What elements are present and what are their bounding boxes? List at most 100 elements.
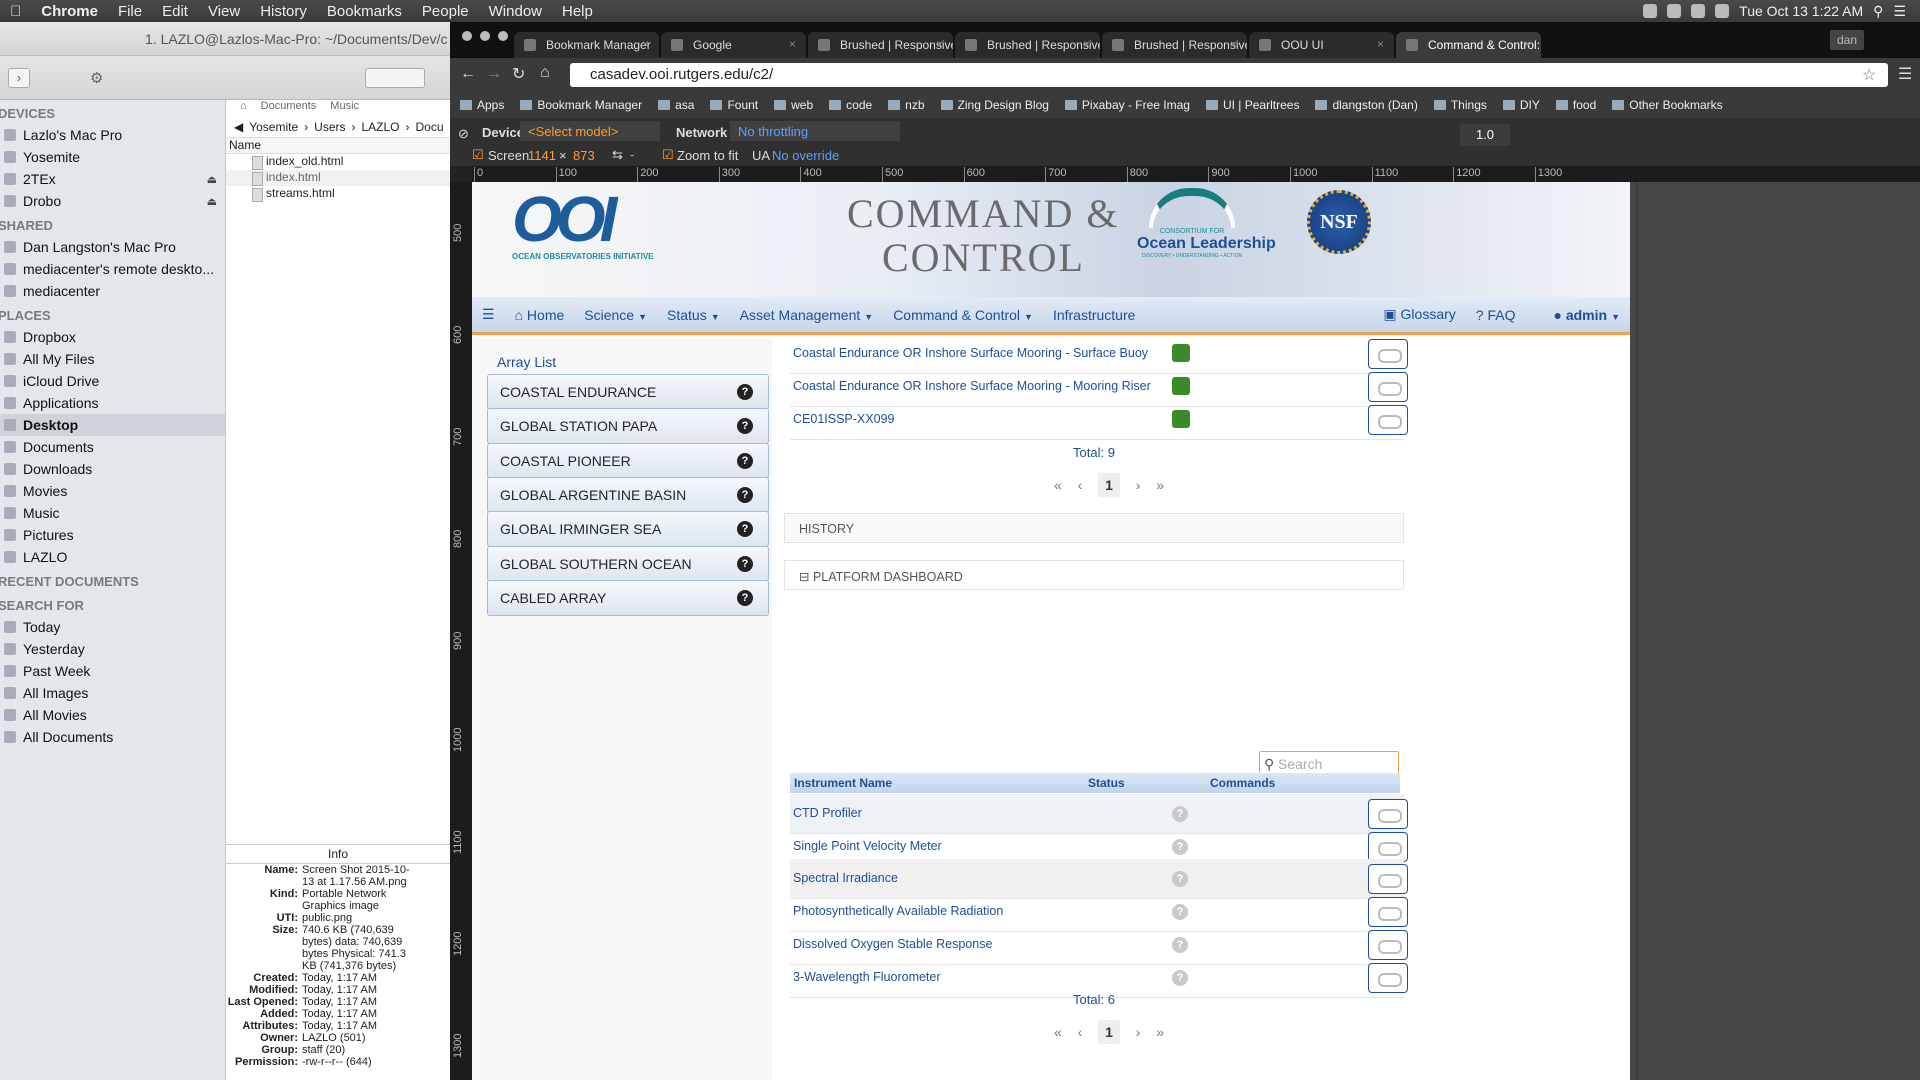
zoom-control[interactable]: 1.0 — [1460, 124, 1510, 146]
chrome-menu-icon[interactable]: ☰ — [1898, 64, 1912, 84]
path-segment[interactable]: Yosemite — [249, 120, 298, 134]
help-icon[interactable]: ? — [737, 521, 753, 538]
bookmark-item[interactable]: code — [829, 98, 872, 112]
device-mode-icon[interactable]: ⊘ — [458, 126, 469, 142]
path-back-icon[interactable]: ◀ — [234, 120, 243, 134]
array-item[interactable]: GLOBAL IRMINGER SEA? — [487, 511, 769, 548]
zoom-to-fit-checkbox[interactable]: ☑ — [662, 147, 674, 163]
menu-toggle-icon[interactable]: ☰ — [472, 306, 505, 323]
info-header[interactable]: Info — [226, 845, 450, 864]
ua-input[interactable]: No override — [772, 148, 839, 163]
instrument-name[interactable]: 3-Wavelength Fluorometer — [793, 970, 941, 984]
sidebar-item[interactable]: Yosemite — [0, 146, 225, 168]
spotlight-icon[interactable]: ⚲ — [1873, 3, 1883, 20]
clock[interactable]: Tue Oct 13 1:22 AM — [1739, 3, 1863, 19]
bookmark-item[interactable]: dlangston (Dan) — [1315, 98, 1417, 112]
bookmark-item[interactable]: nzb — [888, 98, 924, 112]
sidebar-item[interactable]: All Movies — [0, 704, 225, 726]
ocean-leadership-logo[interactable]: CONSORTIUM FOR Ocean Leadership DISCOVER… — [1137, 188, 1276, 259]
sidebar-item[interactable]: Dan Langston's Mac Pro — [0, 236, 225, 258]
sidebar-item[interactable]: Music — [0, 502, 225, 524]
column-header-name[interactable]: Name — [226, 138, 450, 154]
nav-faq[interactable]: ? FAQ — [1466, 307, 1526, 323]
nav-asset-management[interactable]: Asset Management ▼ — [730, 307, 884, 323]
notification-icon[interactable]: ☰ — [1893, 3, 1906, 20]
zoom-window-button[interactable] — [498, 31, 508, 41]
dpr-input[interactable]: - — [630, 147, 634, 162]
menu-view[interactable]: View — [198, 3, 250, 20]
platform-name[interactable]: Coastal Endurance OR Inshore Surface Moo… — [793, 379, 1151, 393]
bookmark-item[interactable]: web — [774, 98, 813, 112]
sidebar-item[interactable]: Past Week — [0, 660, 225, 682]
array-item[interactable]: CABLED ARRAY? — [487, 579, 769, 616]
help-icon[interactable]: ? — [737, 486, 753, 503]
tray-icon[interactable] — [1643, 4, 1658, 18]
browser-tab[interactable]: Google × — [661, 32, 806, 58]
command-toggle-button[interactable] — [1368, 831, 1408, 862]
sidebar-item[interactable]: LAZLO — [0, 546, 225, 568]
last-page-icon[interactable]: » — [1156, 477, 1164, 493]
nav-status[interactable]: Status ▼ — [657, 307, 730, 323]
sidebar-item[interactable]: Today — [0, 616, 225, 638]
tab-close-icon[interactable]: × — [1377, 37, 1384, 51]
platform-name[interactable]: Coastal Endurance OR Inshore Surface Moo… — [793, 346, 1148, 360]
command-toggle-button[interactable] — [1368, 404, 1408, 435]
view-switcher[interactable] — [365, 68, 425, 88]
first-page-icon[interactable]: « — [1054, 477, 1062, 493]
throttling-select[interactable]: No throttling — [730, 121, 900, 141]
menu-edit[interactable]: Edit — [152, 3, 198, 20]
sidebar-item[interactable]: Lazlo's Mac Pro — [0, 124, 225, 146]
bookmark-item[interactable]: Zing Design Blog — [941, 98, 1049, 112]
address-bar[interactable]: casadev.ooi.rutgers.edu/c2/ — [570, 63, 1888, 87]
command-toggle-button[interactable] — [1368, 339, 1408, 369]
browser-tab[interactable]: Command & Control: La× — [1396, 32, 1541, 58]
current-page[interactable]: 1 — [1098, 1020, 1120, 1044]
bookmark-item[interactable]: UI | Pearltrees — [1206, 98, 1299, 112]
sidebar-item[interactable]: Desktop — [0, 414, 225, 436]
last-page-icon[interactable]: » — [1156, 1024, 1164, 1040]
command-toggle-button[interactable] — [1368, 897, 1408, 928]
history-panel-header[interactable]: HISTORY — [784, 513, 1404, 543]
array-item[interactable]: GLOBAL STATION PAPA? — [487, 408, 769, 445]
instrument-name[interactable]: Spectral Irradiance — [793, 871, 898, 885]
ooi-logo[interactable]: OOI OCEAN OBSERVATORIES INITIATIVE — [512, 187, 654, 261]
sidebar-item[interactable]: Documents — [0, 436, 225, 458]
tab-close-icon[interactable]: × — [642, 37, 649, 51]
command-toggle-button[interactable] — [1368, 864, 1408, 895]
array-item[interactable]: GLOBAL SOUTHERN OCEAN? — [487, 545, 769, 582]
minimize-window-button[interactable] — [480, 31, 490, 41]
forward-icon[interactable]: → — [486, 65, 502, 83]
nav-user-menu[interactable]: ● admin ▼ — [1543, 307, 1630, 323]
volume-icon[interactable] — [1691, 4, 1706, 18]
instrument-name[interactable]: Dissolved Oxygen Stable Response — [793, 937, 992, 951]
instrument-name[interactable]: Single Point Velocity Meter — [793, 839, 942, 853]
back-icon[interactable]: ← — [460, 65, 476, 83]
action-gear-icon[interactable]: ⚙ — [90, 69, 103, 87]
sidebar-item[interactable]: Movies — [0, 480, 225, 502]
sidebar-item[interactable]: All Documents — [0, 726, 225, 748]
menu-history[interactable]: History — [250, 3, 317, 20]
help-icon[interactable]: ? — [737, 555, 753, 572]
screen-checkbox[interactable]: ☑ — [472, 147, 484, 163]
menu-help[interactable]: Help — [552, 3, 603, 20]
menu-people[interactable]: People — [412, 3, 479, 20]
wifi-icon[interactable] — [1715, 4, 1730, 18]
file-item[interactable]: index_old.html — [226, 154, 450, 170]
bookmark-item[interactable]: Pixabay - Free Imag — [1065, 98, 1190, 112]
next-page-icon[interactable]: › — [1136, 1024, 1141, 1040]
command-toggle-button[interactable] — [1368, 371, 1408, 402]
app-menu[interactable]: Chrome — [31, 3, 108, 20]
browser-tab[interactable]: Brushed | Responsive C× — [955, 32, 1100, 58]
tab-close-icon[interactable]: × — [936, 37, 943, 51]
sidebar-item[interactable]: All My Files — [0, 348, 225, 370]
nsf-logo[interactable]: NSF — [1307, 190, 1371, 254]
first-page-icon[interactable]: « — [1054, 1024, 1062, 1040]
col-instrument-name[interactable]: Instrument Name — [794, 776, 892, 790]
screen-width-input[interactable]: 1141 — [528, 148, 556, 163]
array-item[interactable]: COASTAL PIONEER? — [487, 442, 769, 479]
command-toggle-button[interactable] — [1368, 962, 1408, 993]
swap-dimensions-icon[interactable]: ⇆ — [612, 147, 623, 163]
sidebar-item[interactable]: Downloads — [0, 458, 225, 480]
sidebar-item[interactable]: Dropbox — [0, 326, 225, 348]
current-page[interactable]: 1 — [1098, 473, 1120, 497]
